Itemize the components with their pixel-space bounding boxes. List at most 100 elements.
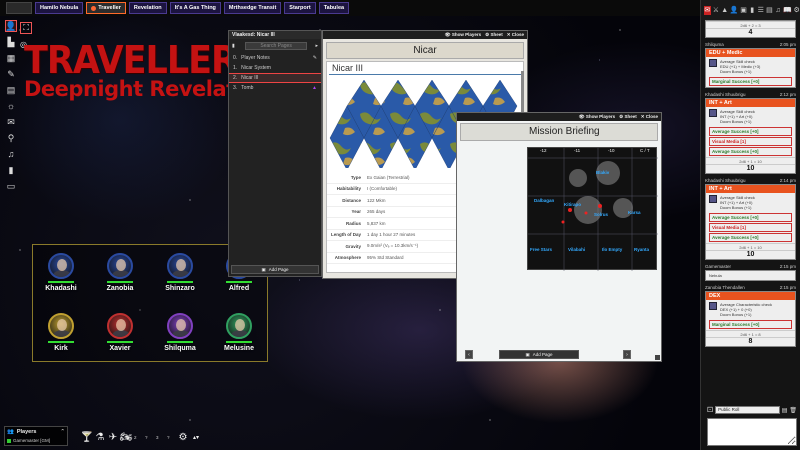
add-page-icon: ▣ [525,351,530,357]
portrait-shilquma[interactable]: Shilquma [155,313,205,352]
measure-tool-icon[interactable]: ▙ [5,36,17,48]
scenes-tab-icon[interactable]: ▲ [721,6,728,15]
portrait-melusine[interactable]: Melusine [214,313,264,352]
journal-tab-icon[interactable]: ▮ [749,6,756,15]
health-bar [48,281,74,283]
journal-title[interactable]: Mission Briefing [460,123,658,141]
collapse-icon[interactable]: ▸ [315,43,318,49]
lighting-tool-icon[interactable]: ☼ [5,100,17,112]
chat-message: INT + Art Average Skill check INT (+1) + A… [705,184,796,260]
token-tool-icon[interactable]: 👤 [5,20,17,32]
scene-tab-tabulea[interactable]: Tabulea [318,2,350,14]
roll-result: Average Success [+0] [709,233,792,242]
search-pages-input[interactable]: Search Pages [244,42,308,50]
health-bar [107,341,133,343]
portrait-xavier[interactable]: Xavier [95,313,145,352]
sheet-button[interactable]: ⚙ Sheet [619,114,637,120]
avatar [48,313,74,339]
delete-icon[interactable]: 🗑 [789,407,797,414]
pin-tool-icon[interactable]: ⚲ [5,132,17,144]
scene-tab-starport[interactable]: Starport [284,2,316,14]
journal-page-item[interactable]: 1. Nicar System [229,63,321,73]
roll-total[interactable]: 10 [706,164,795,173]
chat-tab-icon[interactable]: ✉ [704,5,711,15]
add-page-button[interactable]: ▣ Add Page [231,265,319,274]
compendium-tab-icon[interactable]: 📖 [783,6,792,15]
window-header[interactable]: 👁 Show Players ⚙ Sheet ✕ Close [323,31,527,39]
portrait-kirk[interactable]: Kirk [36,313,86,352]
sound-tool-icon[interactable]: ♫ [5,148,17,160]
playlists-tab-icon[interactable]: ♫ [775,6,782,15]
close-button[interactable]: ✕ Close [507,32,524,38]
cards-tab-icon[interactable]: ▤ [766,6,773,15]
health-bar [167,281,193,283]
portrait-zanobia[interactable]: Zanobia [95,253,145,292]
settings-tab-icon[interactable]: ⚙ [793,6,800,15]
chevron-up-icon[interactable]: ⌃ [60,429,65,435]
export-icon[interactable]: ▤ [782,407,788,414]
skill-check: Average Skill check EDU (+1) + Medic (+3)… [706,57,795,76]
journal-title[interactable]: Nicar [326,42,524,59]
portrait-shinzaro[interactable]: Shinzaro [155,253,205,292]
flask-macro-icon[interactable]: ⚗ [95,430,105,444]
journal-page-item[interactable]: 0. Player Notes ✎ [229,53,321,63]
notes-tool-icon[interactable]: ✉ [5,116,17,128]
portrait-icon [709,195,717,203]
scene-tab-hamilo[interactable]: Hamilo Nebula [35,2,84,14]
show-players-button[interactable]: 👁 Show Players [445,32,481,38]
roll-formula: 2d6 + 1 = 8 [706,330,795,337]
nav-toggle-button[interactable] [6,2,32,14]
layout-tool-icon[interactable]: ▭ [5,180,17,192]
hotbar-page-icon[interactable]: ▴▾ [191,430,201,444]
message-header: Gamemaster 2:15 pm [705,263,796,270]
gear-macro-icon[interactable]: ⚙ [178,430,188,444]
scene-navigation: Hamilo Nebula Traveller Revelation It's … [0,0,700,16]
scene-tab-gas-thing[interactable]: It's A Gas Thing [169,2,221,14]
add-page-button[interactable]: ▣ Add Page [499,350,579,359]
portrait-icon [709,109,717,117]
chat-input[interactable] [707,418,797,446]
journal-page-item[interactable]: 3. Tomb ▲ [229,83,321,93]
motorbike-macro-icon[interactable]: 🏍 [120,430,133,444]
roll-total[interactable]: 8 [706,337,795,346]
items-tab-icon[interactable]: ▣ [740,6,747,15]
cocktail-macro-icon[interactable]: 🍸 [81,430,93,444]
players-list[interactable]: 👥 Players ⌃ Gamemaster [GM] [4,426,68,446]
actors-tab-icon[interactable]: 👤 [730,6,739,15]
roll-total[interactable]: 10 [706,250,795,259]
close-button[interactable]: ✕ Close [641,114,658,120]
next-page-button[interactable]: › [623,350,631,359]
tables-tab-icon[interactable]: ☰ [757,6,764,15]
message-speaker: Shilquma [705,42,724,47]
roll-mode-bar: ⚀ Public Roll ▤ 🗑 [707,406,797,414]
airplane-macro-icon[interactable]: ✈ [108,430,118,444]
journal-toggle-icon[interactable]: ▮ [232,43,235,49]
combat-tab-icon[interactable]: ⚔ [713,6,720,15]
chat-log[interactable]: Shilquma 2:05 pm EDU + Medic Average Skill … [701,41,800,347]
show-players-button[interactable]: 👁 Show Players [579,114,615,120]
message-speaker: Zanobia Thendallen [705,285,745,290]
journal-page-item-selected[interactable]: 2. Nicar III [229,73,321,83]
message-time: 2:15 pm [779,285,796,290]
wall-tool-icon[interactable]: ▤ [5,84,17,96]
roll-result: Marginal Success [+0] [709,320,792,329]
sheet-button[interactable]: ⚙ Sheet [485,32,503,38]
drawing-tool-icon[interactable]: ✎ [5,68,17,80]
target-tool-icon[interactable]: ⛶ [20,22,32,34]
skill-check: Average Skill check INT (+1) + Art (+0) Do… [706,193,795,212]
roll-mode-select[interactable]: Public Roll [715,406,780,414]
portrait-khadashi[interactable]: Khadashi [36,253,86,292]
message-time: 2:15 pm [779,264,796,269]
scene-tab-revelation[interactable]: Revelation [128,2,167,14]
dice-icon[interactable]: ⚀ [707,406,713,414]
tile-tool-icon[interactable]: ▦ [5,52,17,64]
journal-tool-icon[interactable]: ▮ [5,164,17,176]
resize-handle-icon[interactable] [655,355,660,360]
message-time: 2:14 pm [779,178,796,183]
edit-icon[interactable]: ✎ [313,55,317,61]
scene-tab-traveller[interactable]: Traveller [86,2,126,14]
prev-page-button[interactable]: ‹ [465,350,473,359]
window-header[interactable]: 👁 Show Players ⚙ Sheet ✕ Close [457,113,661,121]
message-header: Shilquma 2:05 pm [705,41,796,48]
scene-tab-transit[interactable]: Mrthsedge Transit [223,2,282,14]
